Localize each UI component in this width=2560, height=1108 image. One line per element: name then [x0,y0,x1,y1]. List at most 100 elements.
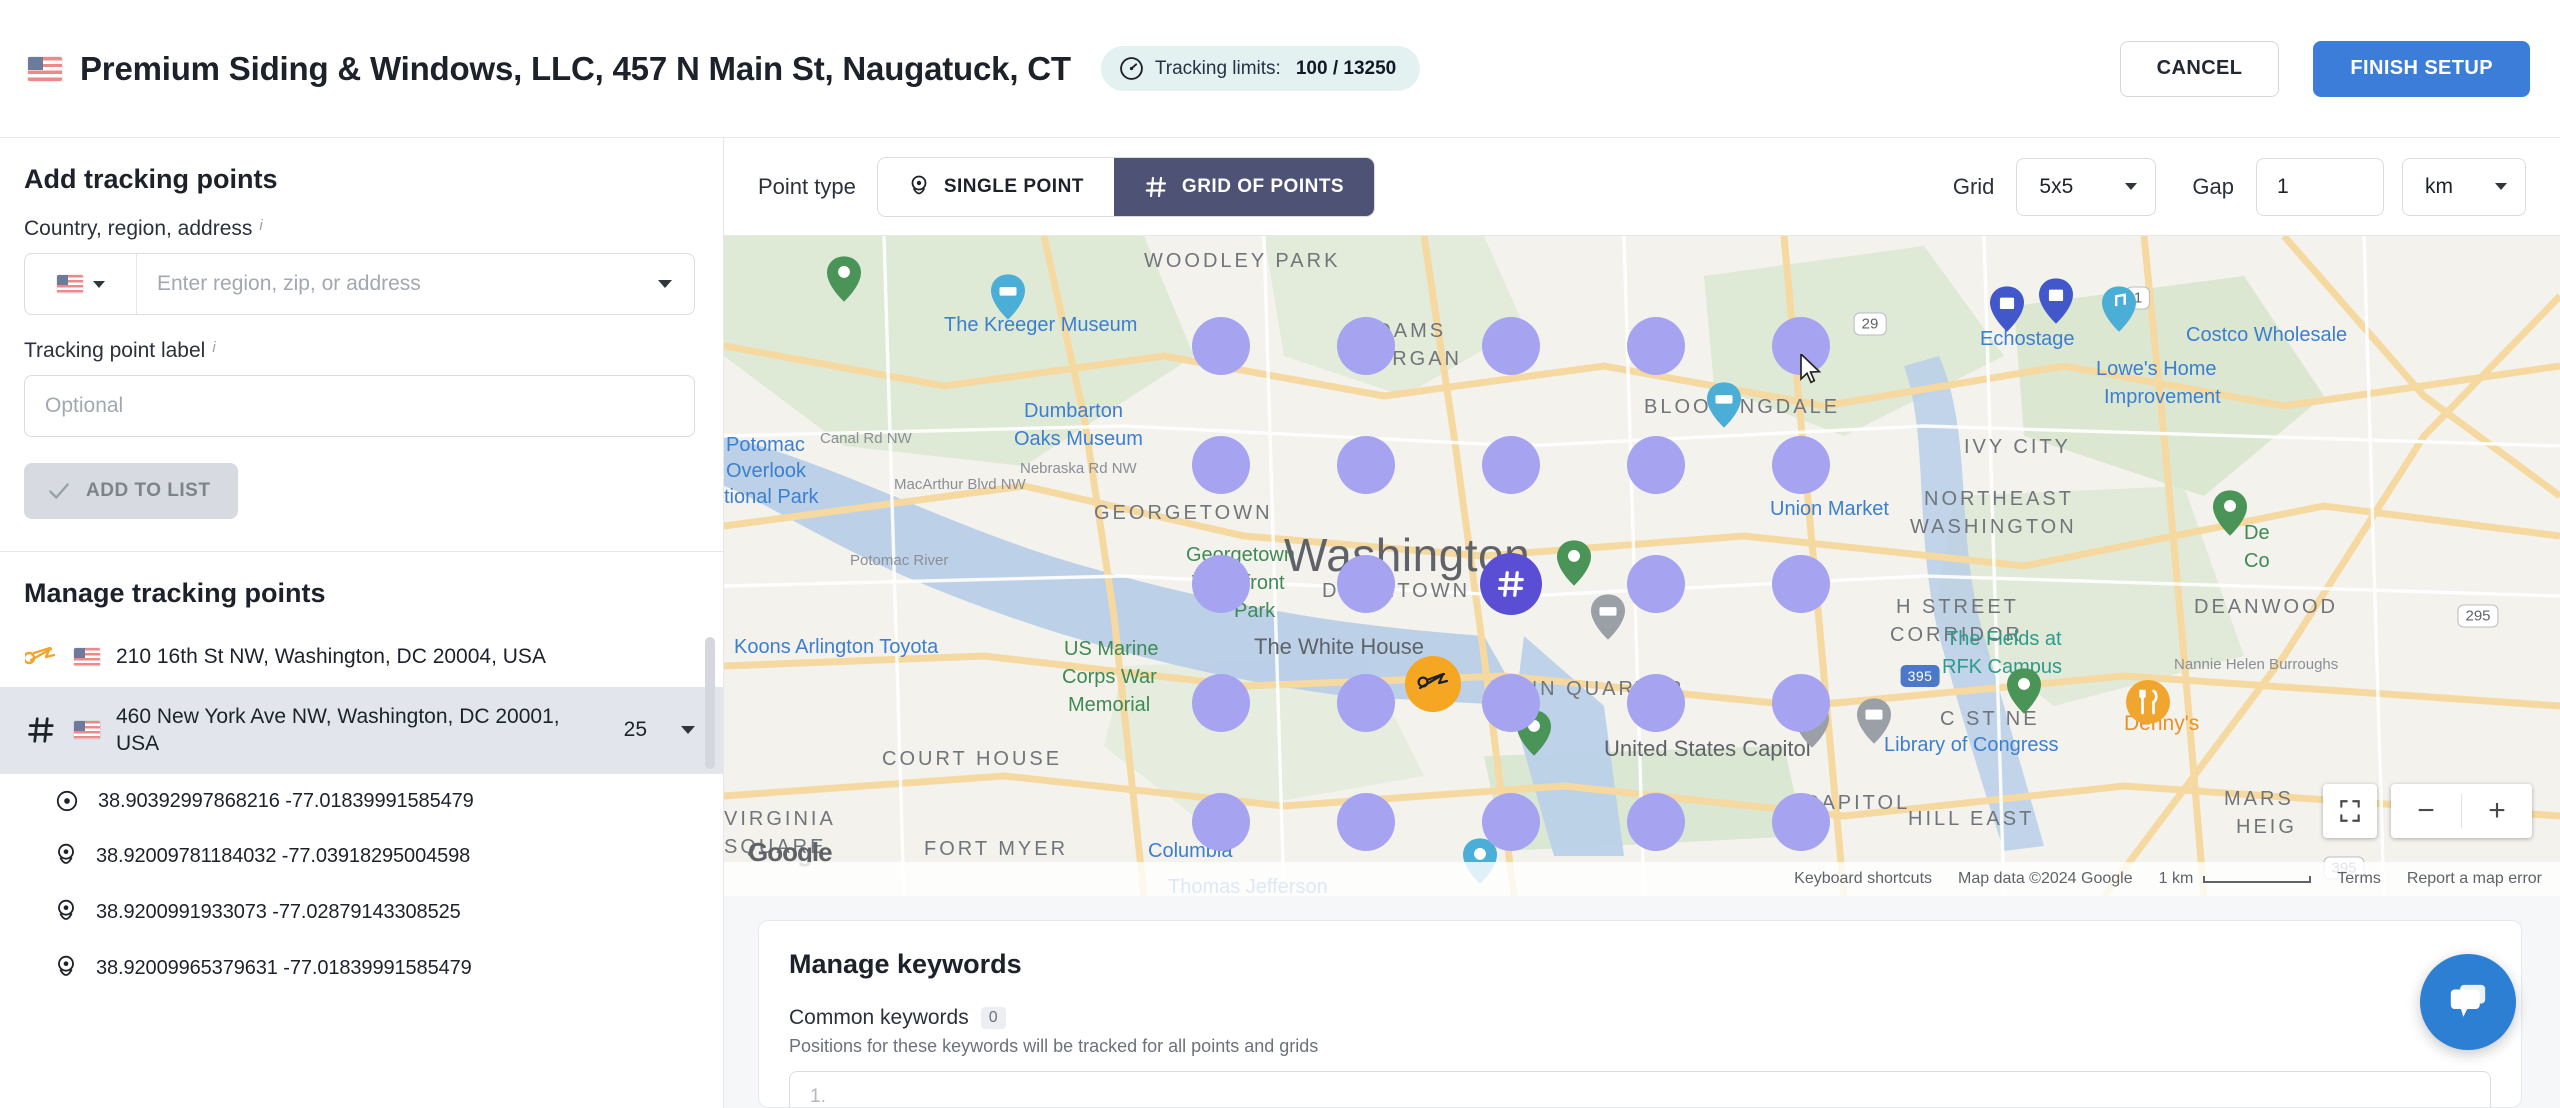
page-header: Premium Siding & Windows, LLC, 457 N Mai… [0,0,2560,138]
grid-point-marker[interactable] [1192,436,1250,494]
map-pin-icon [911,175,927,194]
grid-point-marker[interactable] [1627,674,1685,732]
chevron-down-icon [658,280,672,288]
us-flag-icon [74,721,100,740]
park-pin-icon [2213,490,2247,536]
grid-point-marker[interactable] [1192,555,1250,613]
us-flag-icon [56,275,83,293]
grid-point-marker[interactable] [1337,317,1395,375]
map-pin-icon [58,899,74,921]
grid-point-marker[interactable] [1337,555,1395,613]
map-attribution: Keyboard shortcuts Map data ©2024 Google… [724,862,2560,896]
grid-point-marker[interactable] [1627,555,1685,613]
zoom-out-button[interactable]: − [2391,794,2461,828]
add-to-list-label: ADD TO LIST [86,480,211,501]
grid-point-marker[interactable] [1482,317,1540,375]
gap-unit-select[interactable]: km [2402,157,2526,216]
grid-point-marker[interactable] [1627,436,1685,494]
grid-point-marker[interactable] [1337,674,1395,732]
chevron-down-icon[interactable] [681,726,695,735]
tab-grid-of-points-label: GRID OF POINTS [1181,175,1345,197]
manage-keywords-title: Manage keywords [789,949,1022,979]
common-keywords-label: Common keywords [789,1006,969,1029]
tracking-point-address: 210 16th St NW, Washington, DC 20004, US… [116,645,546,668]
museum-pin-icon [991,274,1025,320]
tracking-point-row[interactable]: 210 16th St NW, Washington, DC 20004, US… [0,627,723,687]
sidebar-scrollbar[interactable] [705,637,715,769]
fullscreen-button[interactable] [2323,784,2377,838]
us-flag-icon [74,647,100,666]
cancel-button[interactable]: CANCEL [2119,40,2280,97]
keyboard-shortcuts-link[interactable]: Keyboard shortcuts [1794,870,1932,888]
coordinate-row[interactable]: 38.92009781184032 -77.03918295004598 [0,828,723,884]
point-type-label: Point type [758,173,856,199]
hash-icon [1497,571,1524,597]
address-label-text: Country, region, address [24,217,253,240]
grid-point-marker[interactable] [1192,674,1250,732]
common-keywords-textarea[interactable]: 1. [789,1071,2491,1108]
grid-center-marker[interactable] [1480,553,1542,615]
grid-point-marker[interactable] [1337,793,1395,851]
grid-hash-icon [24,715,58,745]
terms-link[interactable]: Terms [2337,870,2381,888]
grid-point-marker[interactable] [1482,436,1540,494]
tracking-point-row[interactable]: 460 New York Ave NW, Washington, DC 2000… [0,686,723,775]
coordinate-value: 38.92009781184032 -77.03918295004598 [96,844,471,867]
us-flag-icon [28,56,62,81]
info-icon[interactable]: i [212,340,215,355]
chevron-down-icon [2495,183,2507,190]
grid-point-marker[interactable] [1772,793,1830,851]
address-dropdown-toggle[interactable] [636,254,694,314]
info-icon[interactable]: i [259,218,262,233]
address-field-label: Country, region, address i [24,217,695,241]
single-point-orange-icon [1417,672,1449,690]
map-scale-label: 1 km [2158,870,2194,887]
grid-point-marker[interactable] [1627,317,1685,375]
shopping-pin-icon [1990,286,2024,332]
tab-grid-of-points[interactable]: GRID OF POINTS [1113,157,1375,216]
grid-point-marker[interactable] [1627,793,1685,851]
country-select[interactable] [25,254,137,314]
tracking-points-list: 210 16th St NW, Washington, DC 20004, US… [0,627,723,1108]
grid-point-marker[interactable] [1482,674,1540,732]
grid-point-marker[interactable] [1772,674,1830,732]
map-controls: − + [2323,784,2532,838]
grid-point-marker[interactable] [1772,436,1830,494]
grid-point-marker[interactable] [1192,317,1250,375]
park-pin-icon [2007,668,2041,714]
grid-point-marker[interactable] [1192,793,1250,851]
grid-size-select[interactable]: 5x5 [2016,157,2157,216]
page-title: Premium Siding & Windows, LLC, 457 N Mai… [80,49,1071,87]
target-icon [56,791,78,812]
hash-icon [1145,176,1167,197]
point-label-field-label: Tracking point label i [24,339,695,363]
coordinate-value: 38.92009965379631 -77.01839991585479 [96,956,472,979]
tracking-point-label-input[interactable]: Optional [24,375,695,437]
map-view[interactable]: WOODLEY PARK The Kreeger Museum Dumbarton O… [724,236,2560,896]
map-toolbar: Point type SINGLE POINT GRID OF POINTS G… [724,138,2560,236]
report-map-error-link[interactable]: Report a map error [2407,870,2542,888]
gap-input[interactable]: 1 [2256,157,2384,216]
coordinate-row[interactable]: 38.90392997868216 -77.01839991585479 [0,774,723,828]
finish-setup-button[interactable]: FINISH SETUP [2313,40,2530,97]
map-data-text: Map data ©2024 Google [1958,870,2133,887]
point-label-text: Tracking point label [24,339,206,362]
museum-pin-icon [1707,382,1741,428]
grid-point-marker[interactable] [1337,436,1395,494]
grid-point-marker[interactable] [1772,555,1830,613]
monument-pin-icon [1557,540,1591,586]
mouse-cursor-icon [1800,354,1822,384]
map-panel: Point type SINGLE POINT GRID OF POINTS G… [724,138,2560,1108]
zoom-in-button[interactable]: + [2462,794,2532,828]
chat-support-button[interactable] [2420,954,2516,1050]
coordinate-row[interactable]: 38.9200991933073 -77.02879143308525 [0,884,723,940]
add-to-list-button[interactable]: ADD TO LIST [24,463,239,519]
coordinate-value: 38.9200991933073 -77.02879143308525 [96,900,461,923]
gap-unit-value: km [2425,174,2453,198]
single-point-orange-marker[interactable] [1405,656,1461,712]
tab-single-point[interactable]: SINGLE POINT [877,157,1114,216]
map-scale: 1 km [2159,870,2312,888]
address-input[interactable]: Enter region, zip, or address [137,254,636,314]
coordinate-row[interactable]: 38.92009965379631 -77.01839991585479 [0,940,723,996]
grid-point-marker[interactable] [1482,793,1540,851]
